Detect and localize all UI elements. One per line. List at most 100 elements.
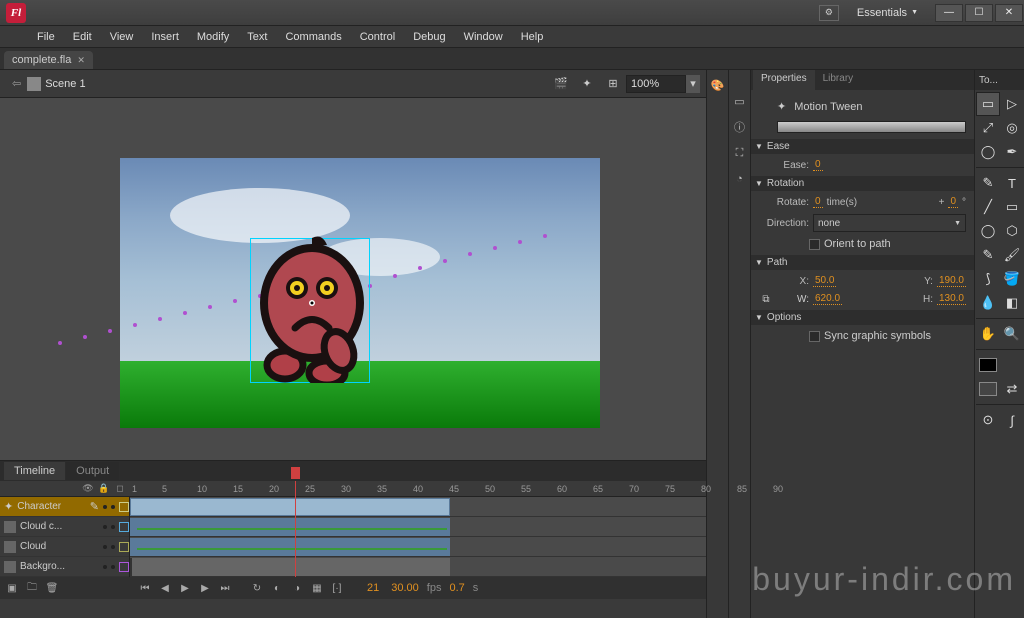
motion-tween-span[interactable]	[130, 498, 450, 516]
motion-tween-span[interactable]	[130, 518, 450, 536]
rotate-degrees[interactable]: 0	[948, 196, 958, 208]
layer-row[interactable]: ✦Character✎	[0, 497, 129, 517]
menu-control[interactable]: Control	[351, 31, 404, 43]
delete-layer-button[interactable]: 🗑	[44, 580, 60, 596]
orient-checkbox[interactable]	[809, 239, 820, 250]
free-transform-tool[interactable]: ⤢	[976, 116, 1000, 140]
onion-markers-button[interactable]: [·]	[329, 580, 345, 596]
minimize-button[interactable]: —	[935, 4, 963, 22]
sync-settings-icon[interactable]: ⚙	[819, 5, 839, 21]
rectangle-tool[interactable]: ▭	[1000, 195, 1024, 219]
loop-button[interactable]: ↻	[249, 580, 265, 596]
section-path[interactable]: ▼Path	[751, 255, 974, 270]
tab-library[interactable]: Library	[815, 70, 862, 90]
instance-bar[interactable]	[777, 121, 966, 133]
menu-view[interactable]: View	[101, 31, 143, 43]
link-icon[interactable]: ⧉	[759, 294, 773, 305]
playhead[interactable]	[295, 481, 296, 577]
motion-tween-span[interactable]	[130, 538, 450, 556]
close-button[interactable]: ✕	[995, 4, 1023, 22]
new-layer-button[interactable]: ▣	[4, 580, 20, 596]
path-h[interactable]: 130.0	[937, 293, 966, 305]
frame-ruler[interactable]: 1 5 10 15 20 25 30 35 40 45 50 55 60 65 …	[130, 481, 706, 496]
align-panel-icon[interactable]: ▭	[731, 92, 749, 110]
fit-icon[interactable]: ⊞	[602, 73, 624, 95]
eraser-tool[interactable]: ◧	[1000, 291, 1024, 315]
menu-debug[interactable]: Debug	[404, 31, 454, 43]
eyedropper-tool[interactable]: 💧	[976, 291, 1000, 315]
sync-checkbox[interactable]	[809, 331, 820, 342]
edit-scene-icon[interactable]: 🎬	[550, 73, 572, 95]
layer-row[interactable]: Cloud	[0, 537, 129, 557]
section-rotation[interactable]: ▼Rotation	[751, 176, 974, 191]
history-panel-icon[interactable]: ◔	[731, 170, 749, 188]
direction-select[interactable]: none▼	[813, 214, 966, 232]
path-w[interactable]: 620.0	[813, 293, 842, 305]
section-ease[interactable]: ▼Ease	[751, 139, 974, 154]
menu-commands[interactable]: Commands	[276, 31, 350, 43]
text-tool[interactable]: T	[1000, 171, 1024, 195]
fps-value[interactable]: 30.00	[387, 582, 423, 594]
tab-properties[interactable]: Properties	[753, 70, 815, 90]
hand-tool[interactable]: ✋	[976, 322, 1000, 346]
document-tab[interactable]: complete.fla ✕	[4, 51, 93, 69]
tab-timeline[interactable]: Timeline	[4, 462, 65, 480]
swatches-icon[interactable]: 🎨	[709, 76, 727, 94]
prev-frame-button[interactable]: ◀	[157, 580, 173, 596]
maximize-button[interactable]: ☐	[965, 4, 993, 22]
fill-color[interactable]	[976, 377, 1000, 401]
play-button[interactable]: ▶	[177, 580, 193, 596]
pen-tool-2[interactable]: ✎	[976, 171, 1000, 195]
edit-multiple-button[interactable]: ▦	[309, 580, 325, 596]
line-tool[interactable]: ╱	[976, 195, 1000, 219]
stage-canvas[interactable]	[0, 98, 706, 460]
brush-tool[interactable]: 🖌	[1000, 243, 1024, 267]
frames-area[interactable]	[130, 497, 706, 577]
close-icon[interactable]: ✕	[77, 55, 85, 66]
menu-edit[interactable]: Edit	[64, 31, 101, 43]
back-icon[interactable]: ⇦	[6, 77, 27, 90]
layer-row[interactable]: Cloud c...	[0, 517, 129, 537]
path-x[interactable]: 50.0	[813, 275, 836, 287]
lock-icon[interactable]: 🔒	[98, 483, 110, 494]
ease-value[interactable]: 0	[813, 159, 823, 171]
bone-tool[interactable]: ⟆	[976, 267, 1000, 291]
path-y[interactable]: 190.0	[937, 275, 966, 287]
info-panel-icon[interactable]: ⓘ	[731, 118, 749, 136]
menu-text[interactable]: Text	[238, 31, 276, 43]
character-symbol[interactable]	[257, 233, 367, 383]
pencil-tool[interactable]: ✎	[976, 243, 1000, 267]
oval-tool[interactable]: ◯	[976, 219, 1000, 243]
new-folder-button[interactable]: 🗀	[24, 580, 40, 596]
menu-help[interactable]: Help	[512, 31, 553, 43]
first-frame-button[interactable]: ⏮	[137, 580, 153, 596]
smooth-option[interactable]: ∫	[1000, 408, 1024, 432]
menu-window[interactable]: Window	[455, 31, 512, 43]
selection-tool[interactable]: ▭	[976, 92, 1000, 116]
pen-tool[interactable]: ✒	[1000, 140, 1024, 164]
frame-span[interactable]	[130, 558, 450, 576]
outline-icon[interactable]: ◻	[114, 483, 126, 494]
swap-colors[interactable]: ⇄	[1000, 377, 1024, 401]
transform-panel-icon[interactable]: ⛶	[731, 144, 749, 162]
snap-option[interactable]: ⊙	[976, 408, 1000, 432]
polystar-tool[interactable]: ⬡	[1000, 219, 1024, 243]
menu-modify[interactable]: Modify	[188, 31, 238, 43]
menu-file[interactable]: File	[28, 31, 64, 43]
subselection-tool[interactable]: ▷	[1000, 92, 1024, 116]
last-frame-button[interactable]: ⏭	[217, 580, 233, 596]
3d-rotation-tool[interactable]: ◎	[1000, 116, 1024, 140]
zoom-dropdown[interactable]: ▾	[686, 75, 700, 93]
paint-bucket-tool[interactable]: 🪣	[1000, 267, 1024, 291]
zoom-value[interactable]: 100%	[626, 75, 686, 93]
rotate-value[interactable]: 0	[813, 196, 823, 208]
layer-row[interactable]: Backgro...	[0, 557, 129, 577]
onion-button[interactable]: ◐	[269, 580, 285, 596]
tab-output[interactable]: Output	[66, 462, 119, 480]
next-frame-button[interactable]: ▶	[197, 580, 213, 596]
stroke-color[interactable]	[976, 353, 1000, 377]
section-options[interactable]: ▼Options	[751, 310, 974, 325]
current-frame[interactable]: 21	[363, 582, 383, 594]
lasso-tool[interactable]: ◯	[976, 140, 1000, 164]
menu-insert[interactable]: Insert	[142, 31, 188, 43]
